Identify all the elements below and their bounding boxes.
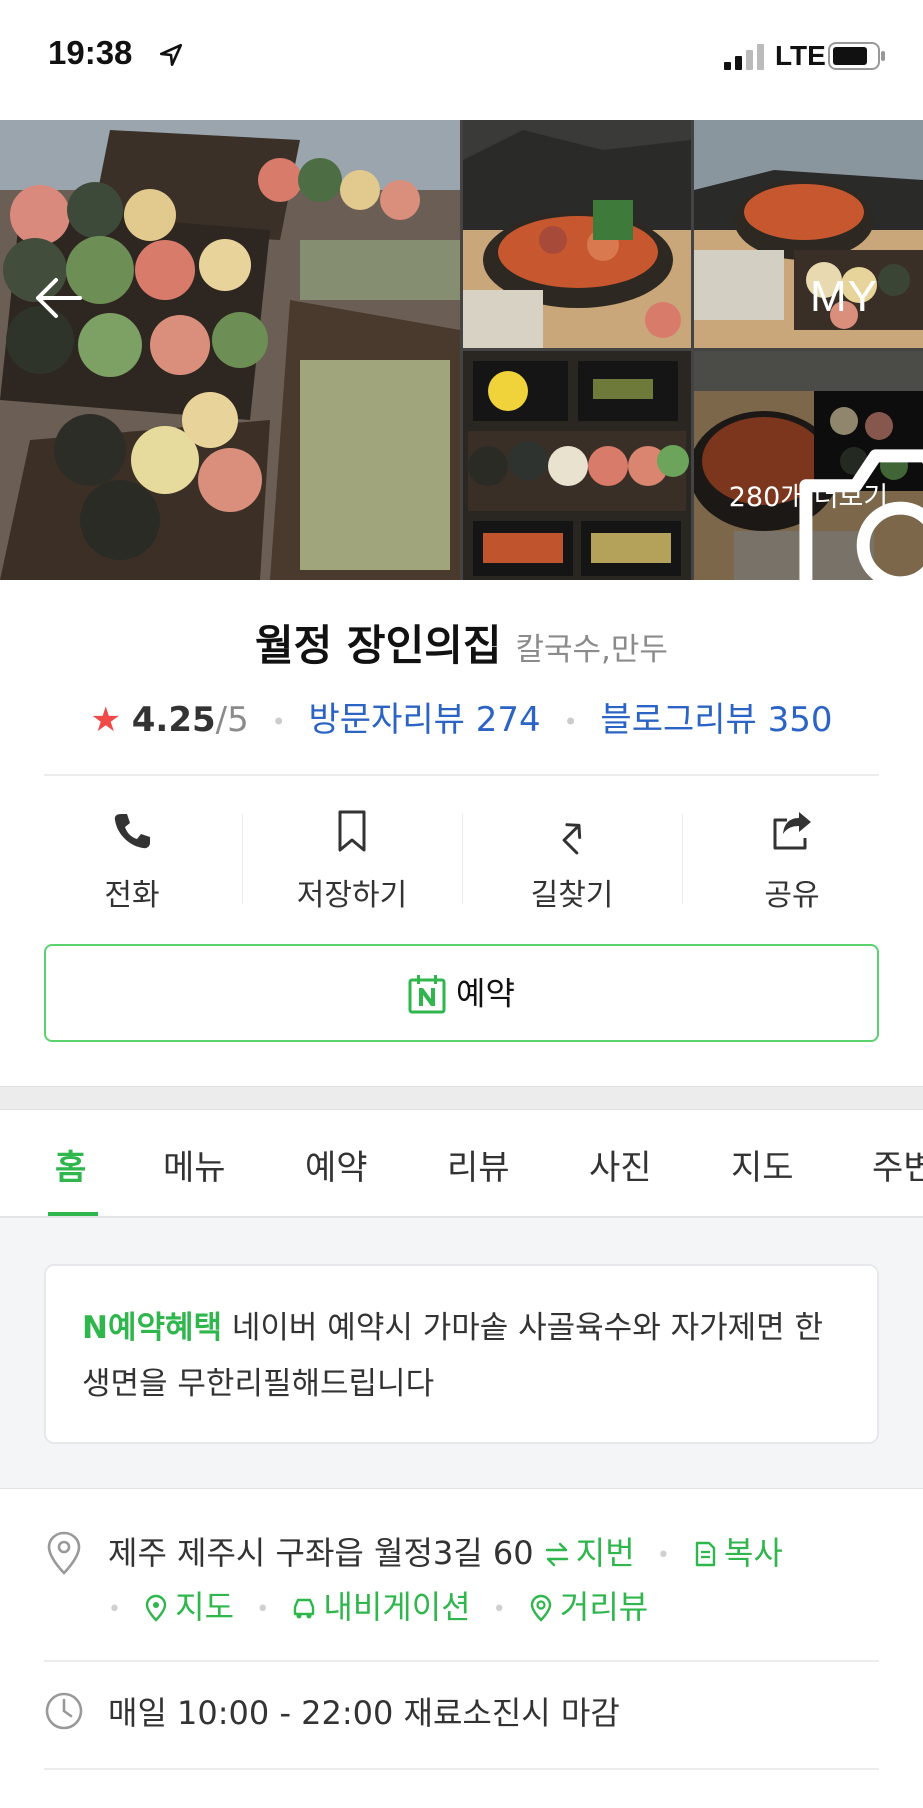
seafood-table-photo <box>694 120 923 348</box>
phone-icon <box>114 814 150 849</box>
reserve-button[interactable]: 예약 <box>44 944 879 1042</box>
map-pin-icon <box>145 1594 167 1622</box>
photo-5-more[interactable]: 280개 더보기 <box>694 351 923 580</box>
more-photos-label: 280개 더보기 <box>728 482 889 513</box>
separator-dot: • <box>256 1596 270 1622</box>
tab-map[interactable]: 지도 <box>731 1140 794 1189</box>
tab-menu[interactable]: 메뉴 <box>163 1140 226 1189</box>
share-button[interactable]: 공유 <box>682 800 902 920</box>
tab-nearby[interactable]: 주변 <box>872 1140 923 1189</box>
tab-reservation[interactable]: 예약 <box>305 1140 368 1189</box>
naver-booking-icon <box>408 974 446 1013</box>
location-pin-icon <box>47 1531 81 1575</box>
reserve-label: 예약 <box>456 974 515 1013</box>
tab-bar: 홈 메뉴 예약 리뷰 사진 지도 주변 <box>0 1110 923 1218</box>
lot-number-link[interactable]: 지번 <box>544 1534 635 1572</box>
status-time: 19:38 <box>48 34 133 71</box>
car-icon <box>294 1598 315 1619</box>
address-line: 제주 제주시 구좌읍 월정3길 60 지번 • 복사 <box>108 1528 783 1574</box>
divider <box>44 774 879 776</box>
lot-number-label: 지번 <box>575 1534 635 1572</box>
swap-icon <box>545 1542 568 1567</box>
clock-icon <box>45 1692 83 1730</box>
notice-tag: N예약혜택 <box>82 1310 223 1346</box>
save-button[interactable]: 저장하기 <box>242 800 462 920</box>
photo-gallery[interactable]: 280개 더보기 MY <box>0 120 923 580</box>
booking-benefit-notice[interactable]: N예약혜택 네이버 예약시 가마솥 사골육수와 자가제면 한 생면을 무한리필해… <box>44 1264 879 1444</box>
map-label: 지도 <box>175 1588 235 1626</box>
tab-photo[interactable]: 사진 <box>589 1140 652 1189</box>
location-arrow-icon <box>159 43 183 67</box>
status-bar: 19:38 LTE <box>0 0 923 120</box>
signal-icon <box>724 44 764 70</box>
photo-main[interactable] <box>0 120 460 580</box>
tab-home[interactable]: 홈 <box>55 1140 86 1189</box>
star-icon: ★ <box>90 700 121 740</box>
directions-label: 길찾기 <box>530 878 614 913</box>
street-view-icon <box>530 1594 552 1622</box>
copy-label: 복사 <box>724 1534 783 1572</box>
tab-review[interactable]: 리뷰 <box>447 1140 510 1189</box>
separator-dot: • <box>563 707 578 736</box>
copy-icon <box>695 1541 716 1567</box>
blog-review-link[interactable]: 블로그리뷰 350 <box>600 700 832 740</box>
bookmark-icon <box>338 810 366 852</box>
address-text: 제주 제주시 구좌읍 월정3길 60 <box>108 1534 534 1572</box>
street-view-link[interactable]: 거리뷰 <box>528 1588 648 1626</box>
call-label: 전화 <box>104 878 160 913</box>
separator-dot: • <box>271 707 286 736</box>
directions-button[interactable]: 길찾기 <box>462 800 682 920</box>
place-title-row: 월정 장인의집 칼국수,만두 <box>0 612 923 673</box>
back-arrow-icon[interactable] <box>30 270 86 326</box>
street-view-label: 거리뷰 <box>559 1588 649 1626</box>
dumplings-noodles-photo <box>0 120 460 580</box>
save-label: 저장하기 <box>296 878 408 913</box>
separator-dot: • <box>108 1596 121 1622</box>
separator-dot: • <box>492 1596 506 1622</box>
network-type: LTE <box>775 40 826 71</box>
side-dishes-photo <box>463 351 691 580</box>
battery-icon <box>828 42 885 70</box>
my-button[interactable]: MY <box>810 272 878 322</box>
place-name: 월정 장인의집 <box>255 621 502 670</box>
separator-dot: • <box>656 1542 670 1568</box>
action-bar: 전화 저장하기 길찾기 공유 <box>22 800 902 920</box>
address-links-line: • 지도 • 내비게이션 • 거리뷰 <box>108 1582 648 1628</box>
rating-max: /5 <box>215 700 249 740</box>
visitor-review-link[interactable]: 방문자리뷰 274 <box>309 700 541 740</box>
rating-row: ★ 4.25/5 • 방문자리뷰 274 • 블로그리뷰 350 <box>0 692 923 741</box>
place-category: 칼국수,만두 <box>515 632 668 668</box>
call-button[interactable]: 전화 <box>22 800 242 920</box>
divider <box>44 1660 879 1662</box>
business-hours[interactable]: 매일 10:00 - 22:00 재료소진시 마감 <box>108 1688 620 1734</box>
share-icon <box>773 812 811 850</box>
copy-address-link[interactable]: 복사 <box>692 1534 783 1572</box>
directions-icon <box>562 823 582 855</box>
navigation-link[interactable]: 내비게이션 <box>291 1588 471 1626</box>
share-label: 공유 <box>764 878 820 913</box>
section-gap <box>0 1086 923 1110</box>
photo-2[interactable] <box>463 120 691 348</box>
photo-4[interactable] <box>463 351 691 580</box>
rating-value: 4.25 <box>131 700 216 740</box>
navigation-label: 내비게이션 <box>323 1588 471 1626</box>
divider <box>44 1768 879 1770</box>
map-link[interactable]: 지도 <box>143 1588 234 1626</box>
more-photos-overlay[interactable]: 280개 더보기 <box>694 351 923 580</box>
photo-3[interactable] <box>694 120 923 348</box>
seafood-pot-photo <box>463 120 691 348</box>
